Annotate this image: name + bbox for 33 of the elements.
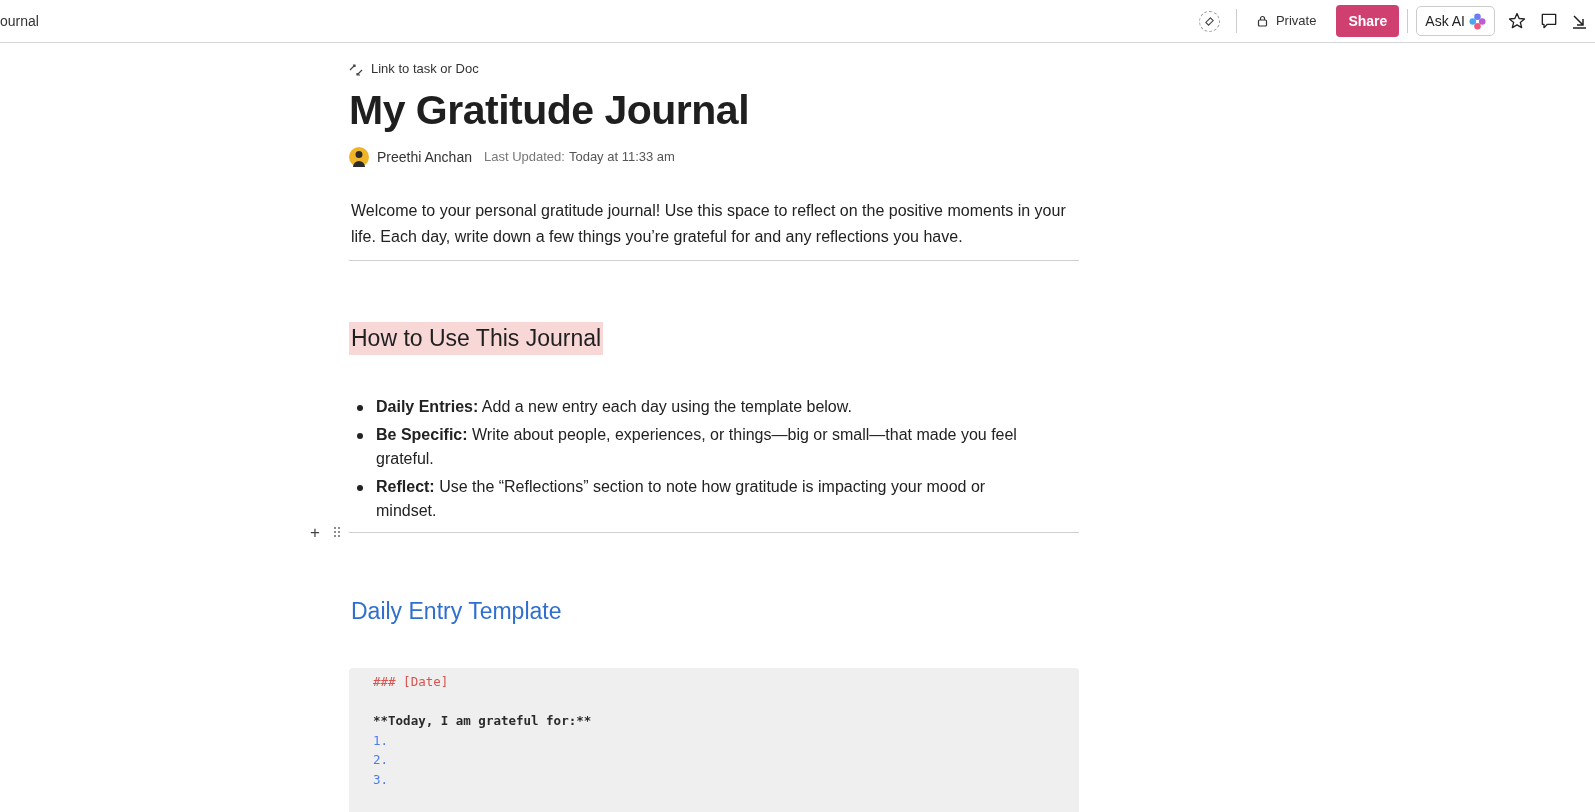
section-heading: How to Use This Journal bbox=[349, 321, 604, 355]
lock-icon bbox=[1256, 15, 1268, 27]
link-to-task-button[interactable]: Link to task or Doc bbox=[349, 59, 479, 79]
add-block-button[interactable]: + bbox=[310, 523, 320, 541]
code-line: **Today, I am grateful for:** bbox=[373, 711, 593, 730]
comment-icon[interactable] bbox=[1539, 11, 1559, 31]
document-title: My Gratitude Journal bbox=[349, 85, 751, 135]
code-line: ### [Date] bbox=[373, 672, 450, 691]
export-icon[interactable] bbox=[1571, 13, 1587, 29]
link-icon bbox=[349, 61, 363, 76]
code-line: 2. bbox=[373, 751, 390, 770]
private-button[interactable]: Private bbox=[1252, 11, 1321, 31]
star-icon[interactable] bbox=[1507, 11, 1527, 31]
tag-icon bbox=[1203, 15, 1215, 27]
code-line: 1. bbox=[373, 731, 390, 750]
template-heading: Daily Entry Template bbox=[350, 596, 563, 626]
bullet-text: Be Specific: Write about people, experiences, or things—big or small—that made you feel grateful. bbox=[376, 424, 1018, 469]
share-button[interactable]: Share bbox=[1336, 5, 1400, 37]
bullet-icon bbox=[357, 404, 363, 411]
last-updated-label: Last Updated: bbox=[483, 148, 565, 167]
bullet-icon bbox=[357, 432, 363, 439]
avatar bbox=[349, 147, 369, 167]
drag-handle-icon[interactable] bbox=[334, 526, 340, 537]
last-updated-value: Today at 11:33 am bbox=[568, 148, 675, 167]
intro-paragraph: Welcome to your personal gratitude journal! Use this space to reflect on the positive moments in your life. Each day, write down a few things you’re grateful for and any reflections you have. bbox=[349, 197, 1079, 261]
doc-title: ournal bbox=[0, 11, 39, 31]
bullet-text: Daily Entries: Add a new entry each day using the template below. bbox=[376, 396, 853, 417]
author-name: Preethi Anchan bbox=[377, 147, 472, 167]
code-line: 3. bbox=[373, 771, 390, 789]
bullet-icon bbox=[357, 484, 363, 491]
sparkle-icon bbox=[1469, 12, 1486, 30]
ask-ai-button[interactable]: Ask AI bbox=[1416, 6, 1495, 36]
bullet-text: Reflect: Use the “Reflections” section to note how gratitude is impacting your mood or mindset. bbox=[376, 476, 987, 521]
